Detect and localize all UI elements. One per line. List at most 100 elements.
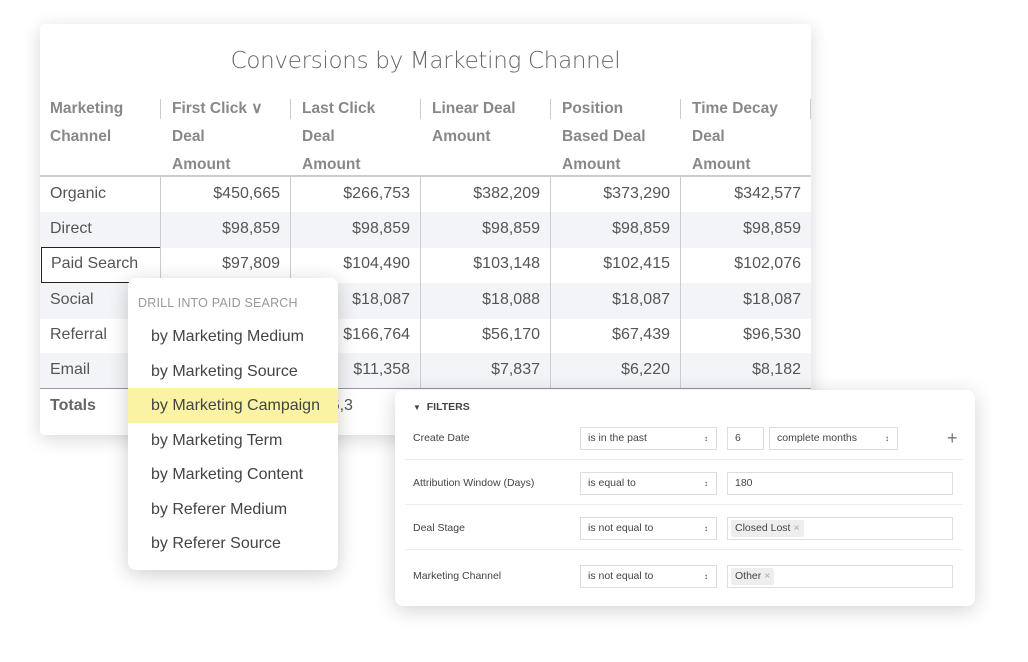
operator-value: is in the past [588,432,647,444]
filters-toggle[interactable]: ▼ FILTERS [413,401,470,413]
column-header-line: Deal [172,128,205,145]
select-arrows-icon: ↕ [704,524,708,533]
operator-select[interactable]: is not equal to ↕ [580,517,717,540]
column-header-line: Time Decay [692,100,778,117]
value-cell: $102,076 [734,255,801,272]
value-cell: $103,148 [473,255,540,272]
remove-chip-icon[interactable]: × [764,570,770,582]
column-divider [160,99,161,119]
value-cell: $67,439 [612,326,670,343]
column-header[interactable]: Linear Deal Amount [432,95,516,151]
drill-menu-header: DRILL INTO PAID SEARCH [138,296,298,310]
chip-label: Other [735,570,762,582]
chip-label: Closed Lost [735,522,791,534]
column-header-line: Linear Deal [432,100,516,117]
filters-panel: ▼ FILTERS + Create Date is in the past ↕ 6 c… [395,390,975,606]
column-divider [550,99,551,119]
column-divider [420,99,421,119]
column-header-line: Amount [432,128,491,145]
value-chip: Closed Lost × [731,520,804,537]
operator-select[interactable]: is not equal to ↕ [580,565,717,588]
column-header[interactable]: Last Click Deal Amount [302,95,375,179]
plus-icon[interactable]: + [947,428,958,449]
filter-label: Attribution Window (Days) [413,477,535,489]
row-divider [405,549,963,550]
filter-label: Deal Stage [413,522,465,534]
operator-select[interactable]: is in the past ↕ [580,427,717,450]
value-cell: $6,220 [621,361,670,378]
filters-title: FILTERS [426,401,470,413]
select-arrows-icon: ↕ [704,479,708,488]
value-cell: $7,837 [491,361,540,378]
value-cell: $98,859 [482,220,540,237]
operator-value: is not equal to [588,522,654,534]
channel-cell[interactable]: Organic [40,177,160,213]
drill-menu-item[interactable]: by Marketing Term [128,423,338,458]
operator-value: is not equal to [588,570,654,582]
column-header[interactable]: Marketing Channel [50,95,123,151]
row-divider [405,504,963,505]
column-divider [810,99,811,119]
value-cell: $18,087 [612,291,670,308]
column-divider [680,99,681,119]
row-divider [405,459,963,460]
column-divider [680,177,681,389]
column-divider [550,177,551,389]
column-header-line: Position [562,100,624,117]
filter-label: Marketing Channel [413,570,502,582]
value-cell: $18,087 [743,291,801,308]
column-header-line: Channel [50,128,112,145]
filter-label: Create Date [413,432,470,444]
column-header-line: Deal [692,128,725,145]
value-cell: $56,170 [482,326,540,343]
column-header-line: Marketing [50,100,124,117]
totals-cell: Totals [50,397,96,414]
remove-chip-icon[interactable]: × [793,522,799,534]
column-divider [290,99,291,119]
drill-menu-item[interactable]: by Marketing Source [128,354,338,389]
column-header[interactable]: Position Based Deal Amount [562,95,646,179]
column-header-line: Last Click [302,100,376,117]
value-cell: $382,209 [473,185,540,202]
column-header-line: First Click ∨ [172,100,263,117]
value-cell: $342,577 [734,185,801,202]
drill-menu-item[interactable]: by Referer Medium [128,492,338,527]
select-arrows-icon: ↕ [704,434,708,443]
caret-down-icon: ▼ [413,403,421,412]
value-cell: $98,859 [222,220,280,237]
value-cell: $96,530 [743,326,801,343]
value-cell: $450,665 [213,185,280,202]
drill-menu-item[interactable]: by Marketing Medium [128,319,338,354]
unit-select[interactable]: complete months ↕ [769,427,898,450]
value-input[interactable]: 6 [727,427,764,450]
table-row[interactable]: Organic $450,665 $266,753 $382,209 $373,290 $… [40,177,811,213]
value-cell: $8,182 [752,361,801,378]
select-arrows-icon: ↕ [704,572,708,581]
value-cell: $102,415 [603,255,670,272]
value-chip: Other × [731,568,775,585]
value-cell: $266,753 [343,185,410,202]
column-header[interactable]: First Click ∨ Deal Amount [172,95,263,179]
tag-input[interactable]: Closed Lost × [727,517,953,540]
value-cell: $373,290 [603,185,670,202]
value-cell: $98,859 [743,220,801,237]
value-cell: $98,859 [352,220,410,237]
drill-menu: DRILL INTO PAID SEARCH by Marketing Medi… [128,278,338,570]
table-title: Conversions by Marketing Channel [230,48,621,74]
column-divider [420,177,421,389]
drill-menu-item[interactable]: by Referer Source [128,526,338,561]
drill-menu-item[interactable]: by Marketing Campaign [128,388,338,423]
column-header-line: Deal [302,128,335,145]
tag-input[interactable]: Other × [727,565,953,588]
column-header-line: Based Deal [562,128,646,145]
value-input[interactable]: 180 [727,472,953,495]
table-row[interactable]: Direct $98,859 $98,859 $98,859 $98,859 $98,85… [40,212,811,248]
column-header[interactable]: Time Decay Deal Amount [692,95,778,179]
value-cell: $98,859 [612,220,670,237]
operator-select[interactable]: is equal to ↕ [580,472,717,495]
value-cell: $18,088 [482,291,540,308]
operator-value: is equal to [588,477,636,489]
select-arrows-icon: ↕ [885,434,889,443]
channel-cell[interactable]: Direct [40,212,160,248]
drill-menu-item[interactable]: by Marketing Content [128,457,338,492]
